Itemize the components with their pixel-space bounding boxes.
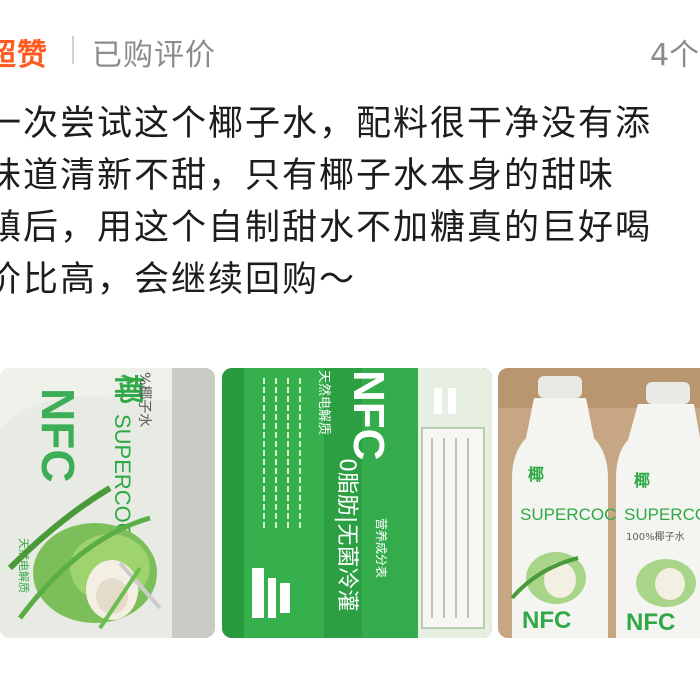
bottles-image: 椰 SUPERCOCO NFC 椰 SUPERCOCO 100%椰子水 NFC	[498, 368, 700, 638]
nutrition-table-title: 营养成分表	[374, 518, 389, 578]
carton-side-claim: 0脂肪|无菌冷灌	[334, 458, 359, 611]
bottle-brand-en-right: SUPERCOCO	[624, 505, 700, 524]
review-line-3: 镇后，用这个自制甜水不加糖真的巨好喝	[0, 208, 653, 248]
review-line-2: 味道清新不甜，只有椰子水本身的甜味	[0, 156, 616, 196]
carton-side-badge: 天然电解质	[316, 370, 332, 435]
review-photo-3[interactable]: 椰 SUPERCOCO NFC 椰 SUPERCOCO 100%椰子水 NFC	[498, 368, 700, 638]
review-text: 一次尝试这个椰子水，配料很干净没有添 味道清新不甜，只有椰子水本身的甜味 镇后，…	[0, 98, 700, 306]
carton-nfc-text: NFC	[32, 388, 84, 483]
purchased-review-label: 已购评价	[92, 38, 216, 73]
review-photo-2[interactable]: 营养成分表 NFC 0脂肪|无菌冷灌 天然电解质	[222, 368, 492, 638]
bottle-nfc-left: NFC	[522, 607, 571, 634]
carton-box-image: NFC 椰 SUPERCOCO %椰子水 天然电解质	[0, 368, 215, 638]
bottle-brand-logo-right: 椰	[634, 471, 650, 490]
carton-side-nfc: NFC	[344, 370, 393, 460]
bottle-brand-en-left: SUPERCOCO	[520, 505, 630, 524]
bottle-brand-logo-left: 椰	[528, 465, 544, 484]
review-header: 超赞 已购评价 4个	[0, 22, 700, 74]
bottle-nfc-right: NFC	[626, 609, 675, 636]
review-line-1: 一次尝试这个椰子水，配料很干净没有添	[0, 104, 653, 144]
bottle-subtitle-right: 100%椰子水	[626, 530, 685, 543]
rating-badge: 超赞	[0, 38, 48, 73]
review-line-4: 价比高，会继续回购～	[0, 260, 357, 300]
review-photo-1[interactable]: NFC 椰 SUPERCOCO %椰子水 天然电解质	[0, 368, 215, 638]
carton-subtitle: %椰子水	[136, 372, 152, 427]
review-count[interactable]: 4个	[650, 30, 699, 74]
carton-side-image: 营养成分表 NFC 0脂肪|无菌冷灌 天然电解质	[222, 368, 492, 638]
header-divider	[72, 36, 74, 64]
